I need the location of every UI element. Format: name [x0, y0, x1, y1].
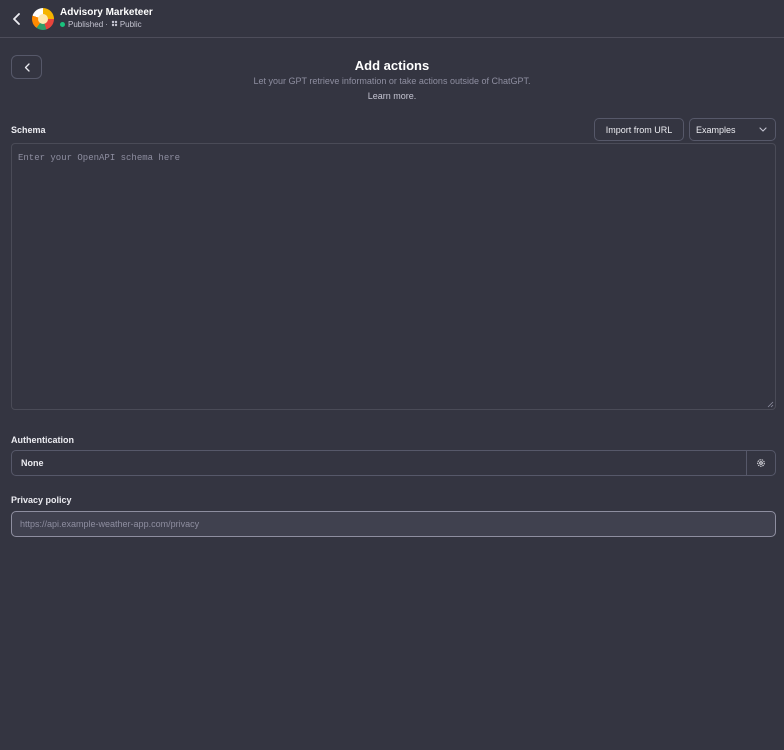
- privacy-policy-label: Privacy policy: [11, 495, 72, 505]
- chevron-down-icon: [759, 127, 767, 132]
- gpt-avatar[interactable]: [32, 7, 54, 30]
- page-subtitle: Let your GPT retrieve information or tak…: [253, 76, 531, 86]
- authentication-label: Authentication: [11, 435, 74, 445]
- chevron-left-icon[interactable]: [8, 9, 24, 29]
- schema-label: Schema: [11, 125, 46, 135]
- authentication-settings-button[interactable]: [746, 451, 775, 475]
- gear-icon: [757, 459, 765, 467]
- resize-handle-icon[interactable]: [766, 400, 774, 408]
- schema-textarea[interactable]: [11, 143, 776, 410]
- examples-label: Examples: [696, 124, 736, 135]
- published-status-dot: [60, 22, 65, 27]
- gpt-name: Advisory Marketeer: [60, 7, 153, 18]
- top-bar: Advisory Marketeer Published · Public: [0, 0, 784, 38]
- gpt-title-block: Advisory Marketeer Published · Public: [60, 8, 153, 29]
- authentication-field[interactable]: None: [11, 450, 776, 476]
- learn-more-link[interactable]: Learn more.: [368, 91, 417, 101]
- privacy-policy-input[interactable]: [11, 511, 776, 537]
- gpt-status: Published · Public: [60, 20, 153, 29]
- authentication-value[interactable]: None: [12, 451, 746, 475]
- examples-dropdown[interactable]: Examples: [689, 118, 776, 141]
- visibility-label: Public: [119, 19, 142, 29]
- page-header: Add actions Let your GPT retrieve inform…: [0, 58, 784, 104]
- published-label: Published: [68, 19, 104, 29]
- import-from-url-button[interactable]: Import from URL: [594, 118, 684, 141]
- status-separator: ·: [105, 19, 108, 29]
- people-icon: [111, 20, 118, 29]
- page-title: Add actions: [354, 58, 430, 73]
